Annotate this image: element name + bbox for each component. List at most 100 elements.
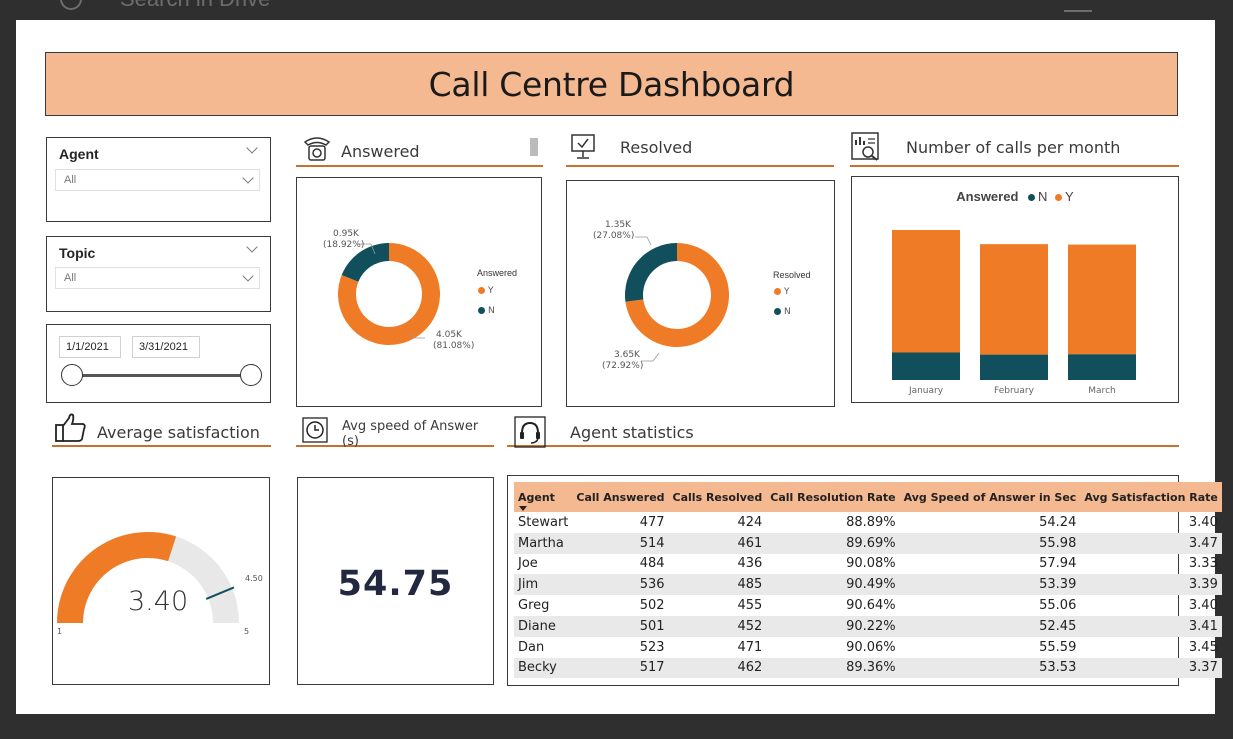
table-cell: 90.08% <box>846 556 896 572</box>
table-cell: 54.24 <box>1039 514 1077 530</box>
table-cell: 452 <box>668 615 767 637</box>
gauge-value: 3.40 <box>128 586 189 617</box>
legend-dot-icon <box>774 308 781 315</box>
resolved-legend-y[interactable]: Y <box>774 287 790 297</box>
resolved-header: Resolved <box>566 133 834 167</box>
column-header[interactable]: Avg Satisfaction Rate <box>1080 482 1222 512</box>
agent-slicer[interactable]: Agent All <box>46 137 271 222</box>
agent-dropdown[interactable]: All <box>55 169 260 191</box>
x-tick-label: March <box>1088 386 1115 396</box>
satisfaction-gauge[interactable]: 3.40 1 5 4.50 <box>52 477 270 685</box>
table-cell: 536 <box>572 574 669 596</box>
answered-legend-n[interactable]: N <box>478 306 495 316</box>
table-cell: 90.22% <box>766 615 900 637</box>
bar-chart-svg: January February March <box>892 230 1136 396</box>
chevron-down-icon[interactable] <box>242 270 254 282</box>
resolved-donut-svg <box>625 236 729 362</box>
table-cell: 3.37 <box>1080 657 1222 679</box>
table-row[interactable]: Becky 517 462 89.36% 53.53 3.37 <box>514 657 1222 679</box>
date-slider-end-handle[interactable] <box>240 364 262 386</box>
bar-y-january[interactable] <box>892 230 960 353</box>
answered-n-value: 0.95K <box>333 229 359 239</box>
table-cell: 90.49% <box>766 574 900 596</box>
bar-y-february[interactable] <box>980 244 1048 355</box>
chevron-down-icon[interactable] <box>246 142 258 154</box>
table-row[interactable]: Diane 501 452 90.22% 52.45 3.41 <box>514 615 1222 637</box>
sort-desc-icon[interactable] <box>519 506 527 511</box>
resolved-n-leader <box>635 236 652 246</box>
filter-icon <box>1064 0 1092 12</box>
bar-n-february[interactable] <box>980 354 1048 380</box>
table-body: Stewart 477 424 88.89% 54.24 3.40 Martha 514 461… <box>514 512 1222 679</box>
calls-per-month-header: Number of calls per month <box>850 132 1179 167</box>
topic-dropdown[interactable]: All <box>55 267 260 289</box>
resolved-y-value: 3.65K <box>614 350 640 360</box>
table-cell: 501 <box>572 615 669 637</box>
thumbs-up-icon <box>55 413 86 442</box>
table-row[interactable]: Dan 523 471 90.06% 55.59 3.45 <box>514 637 1222 658</box>
table-cell: 477 <box>639 514 665 530</box>
table-row[interactable]: Greg 502 455 90.64% 55.06 3.40 <box>514 595 1222 616</box>
table-cell: 55.98 <box>899 532 1081 554</box>
column-header[interactable]: Call Resolution Rate <box>766 482 900 512</box>
table-row[interactable]: Stewart 477 424 88.89% 54.24 3.40 <box>514 512 1222 533</box>
table-cell: 484 <box>639 556 665 572</box>
column-header[interactable]: Agent <box>514 482 573 512</box>
table-cell: 517 <box>572 657 669 679</box>
resolved-y-pct: (72.92%) <box>602 361 644 371</box>
table-cell: 53.53 <box>899 657 1081 679</box>
table-cell: 461 <box>668 532 767 554</box>
date-range-slicer[interactable]: 1/1/2021 3/31/2021 <box>46 324 271 403</box>
table-cell: Greg <box>518 598 550 614</box>
table-cell: 90.64% <box>846 598 896 614</box>
date-slider-track[interactable] <box>71 374 257 377</box>
headset-icon <box>514 416 546 448</box>
answered-legend-y[interactable]: Y <box>478 286 494 296</box>
table-cell: 523 <box>639 639 665 655</box>
answered-donut-ring[interactable] <box>338 243 441 345</box>
bar-n-january[interactable] <box>892 352 960 381</box>
resolved-donut-chart[interactable]: 1.35K (27.08%) 3.65K (72.92%) Resolved Y… <box>566 180 835 407</box>
scroll-handle[interactable] <box>530 138 538 156</box>
answered-donut-chart[interactable]: 0.95K (18.92%) 4.05K (81.08%) Answered Y… <box>296 177 542 407</box>
date-slider-start-handle[interactable] <box>61 364 83 386</box>
table-cell: Jim <box>514 574 573 596</box>
column-header[interactable]: Calls Resolved <box>668 482 767 512</box>
bar-n-march[interactable] <box>1068 354 1136 380</box>
x-tick-label: February <box>994 386 1035 396</box>
column-header[interactable]: Avg Speed of Answer in Sec <box>899 482 1081 512</box>
topic-slicer-label: Topic <box>59 245 96 261</box>
table-row[interactable]: Jim 536 485 90.49% 53.39 3.39 <box>514 574 1222 596</box>
avg-speed-card[interactable]: 54.75 <box>297 477 494 685</box>
backdrop-search-placeholder: Search in Drive <box>120 0 270 12</box>
table-cell: Becky <box>514 657 573 679</box>
topic-slicer[interactable]: Topic All <box>46 236 271 312</box>
table-cell: 55.06 <box>1039 598 1077 614</box>
table-cell: Stewart <box>518 514 569 530</box>
table-cell: Martha <box>514 532 573 554</box>
start-date-input[interactable]: 1/1/2021 <box>59 336 121 358</box>
agent-stats-table-panel[interactable]: Agent Call Answered Calls Resolved Call Res… <box>507 475 1222 686</box>
table-cell: 3.41 <box>1080 615 1222 637</box>
resolved-y-leader <box>641 352 660 362</box>
resolved-slice-n[interactable] <box>625 243 677 302</box>
chart-search-icon <box>851 132 879 161</box>
table-row[interactable]: Martha 514 461 89.69% 55.98 3.47 <box>514 532 1222 554</box>
gauge-min: 1 <box>57 627 63 636</box>
table-row[interactable]: Joe 484 436 90.08% 57.94 3.33 <box>514 554 1222 575</box>
table-cell: 53.39 <box>899 574 1081 596</box>
end-date-input[interactable]: 3/31/2021 <box>132 336 200 358</box>
agent-stats-title: Agent statistics <box>570 423 694 442</box>
agent-stats-header: Agent statistics <box>507 413 1179 448</box>
resolved-donut-ring[interactable] <box>625 236 729 362</box>
calls-per-month-chart[interactable]: Answered N Y January February March <box>851 176 1179 403</box>
column-header[interactable]: Call Answered <box>572 482 669 512</box>
chevron-down-icon[interactable] <box>242 172 254 184</box>
answered-donut-svg <box>338 243 441 345</box>
table-cell: 89.36% <box>766 657 900 679</box>
bar-y-march[interactable] <box>1068 244 1136 355</box>
chevron-down-icon[interactable] <box>246 241 258 253</box>
avg-satisfaction-title: Average satisfaction <box>97 423 260 442</box>
resolved-legend-n[interactable]: N <box>774 307 791 317</box>
table-cell: 502 <box>639 598 665 614</box>
